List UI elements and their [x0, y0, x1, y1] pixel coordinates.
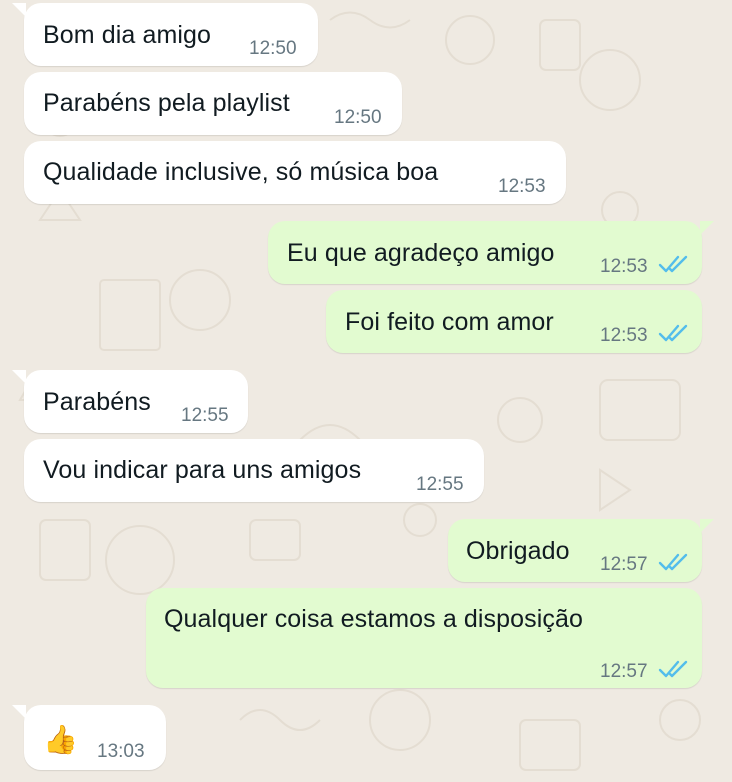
read-ticks-icon [658, 660, 688, 678]
message-text: Foi feito com amor [345, 308, 554, 336]
message-incoming[interactable]: Qualidade inclusive, só música boa 12:53 [24, 141, 566, 204]
message-text: Obrigado [466, 537, 570, 565]
message-time: 12:50 [334, 107, 382, 128]
message-text: Parabéns [43, 388, 151, 416]
message-time: 12:55 [181, 405, 229, 426]
message-time: 12:50 [249, 38, 297, 59]
message-time: 12:57 [600, 661, 648, 682]
message-text: Eu que agradeço amigo [287, 239, 555, 267]
message-incoming[interactable]: 👍 13:03 [12, 705, 166, 770]
message-outgoing[interactable]: Foi feito com amor 12:53 [326, 290, 702, 353]
message-incoming[interactable]: Vou indicar para uns amigos 12:55 [24, 439, 484, 502]
message-incoming[interactable]: Parabéns pela playlist 12:50 [24, 72, 402, 135]
bubble-tail [12, 370, 26, 384]
message-text: Bom dia amigo [43, 21, 212, 49]
read-ticks-icon [658, 324, 688, 342]
message-time: 12:53 [600, 325, 648, 346]
message-outgoing[interactable]: Obrigado 12:57 [448, 519, 714, 582]
message-outgoing[interactable]: Eu que agradeço amigo 12:53 [268, 221, 714, 284]
message-text: Parabéns pela playlist [43, 89, 290, 117]
message-text: Qualidade inclusive, só música boa [43, 158, 439, 186]
thumbs-up-icon: 👍 [43, 724, 78, 755]
message-time: 13:03 [97, 741, 145, 762]
bubble-tail [700, 221, 714, 235]
message-outgoing[interactable]: Qualquer coisa estamos a disposição 12:5… [146, 588, 702, 688]
message-text: Qualquer coisa estamos a disposição [164, 605, 584, 633]
message-time: 12:57 [600, 554, 648, 575]
bubble-tail [700, 519, 714, 533]
message-time: 12:55 [416, 474, 464, 495]
bubble-tail [12, 3, 26, 17]
message-incoming[interactable]: Bom dia amigo 12:50 [12, 3, 318, 66]
message-text: Vou indicar para uns amigos [43, 456, 362, 484]
message-time: 12:53 [600, 256, 648, 277]
message-incoming[interactable]: Parabéns 12:55 [12, 370, 248, 433]
bubble-tail [12, 705, 26, 719]
message-time: 12:53 [498, 176, 546, 197]
read-ticks-icon [658, 553, 688, 571]
read-ticks-icon [658, 255, 688, 273]
